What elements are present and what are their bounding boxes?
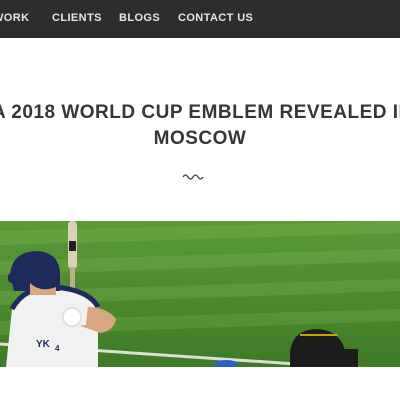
nav-link-contact-us[interactable]: CONTACT US [178,12,253,24]
nav-link-blogs[interactable]: BLOGS [119,12,160,24]
nav-link-work[interactable]: WORK [0,12,29,24]
hero-image: YK 4 [0,221,400,367]
top-navigation-bar: WORK CLIENTS BLOGS CONTACT US [0,0,400,38]
jersey-text: YK [36,339,51,350]
article-title-line-1: A 2018 WORLD CUP EMBLEM REVEALED IN [0,102,400,123]
baseball-scene-image: YK 4 [0,221,400,367]
jersey-number: 4 [55,344,60,353]
wave-divider-icon [182,174,204,180]
nav-link-clients[interactable]: CLIENTS [52,12,102,24]
article-title-line-2: MOSCOW [153,128,247,149]
